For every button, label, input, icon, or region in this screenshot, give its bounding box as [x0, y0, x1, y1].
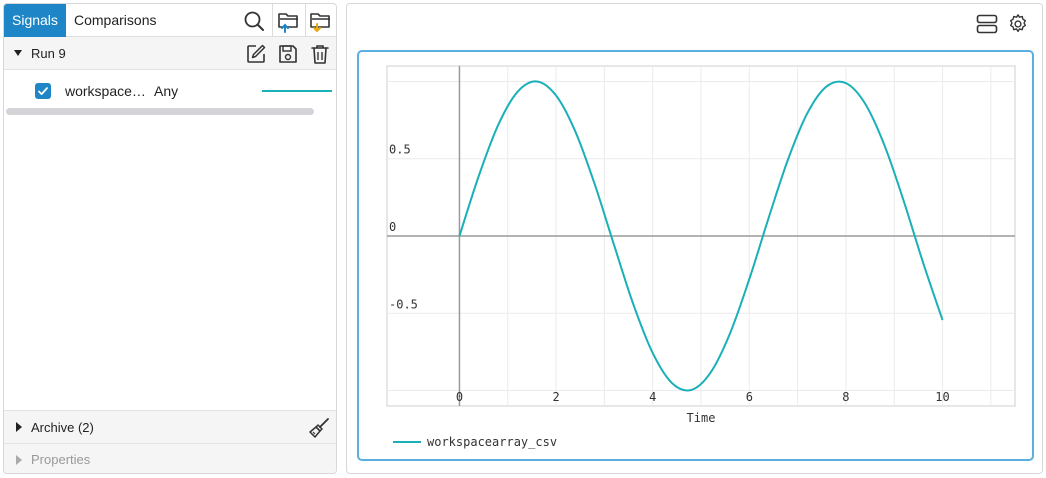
panel-tabbar: Signals Comparisons — [4, 4, 336, 37]
checkmark-icon — [38, 87, 48, 95]
legend-label: workspacearray_csv — [427, 435, 557, 449]
x-tick-label: 10 — [935, 390, 949, 404]
caret-down-icon[interactable] — [14, 50, 22, 56]
layout-icon — [976, 14, 998, 34]
plot-frame[interactable]: 0 2 4 6 8 10 -0.5 0 0.5 Time workspacearray_csv — [357, 50, 1034, 461]
x-tick-label: 0 — [456, 390, 463, 404]
horizontal-scrollbar[interactable] — [6, 108, 314, 115]
x-tick-label: 6 — [746, 390, 753, 404]
plot-panel: 0 2 4 6 8 10 -0.5 0 0.5 Time workspacearray_csv — [346, 3, 1043, 474]
import-button[interactable] — [276, 8, 302, 34]
signals-panel: Signals Comparisons Run 9 workspace… Any… — [3, 3, 337, 474]
folder-upload-icon — [278, 13, 298, 33]
archive-label: Archive (2) — [31, 420, 94, 435]
line-chart[interactable]: 0 2 4 6 8 10 -0.5 0 0.5 Time workspacearray_csv — [359, 52, 1032, 459]
trash-icon — [311, 45, 329, 64]
save-run-button[interactable] — [275, 41, 301, 67]
edit-run-button[interactable] — [243, 41, 269, 67]
caret-right-icon — [16, 455, 22, 465]
tab-comparisons[interactable]: Comparisons — [66, 4, 164, 37]
properties-row[interactable]: Properties — [4, 443, 336, 473]
search-button[interactable] — [241, 8, 267, 34]
signal-line-style[interactable] — [262, 90, 332, 92]
delete-run-button[interactable] — [307, 41, 333, 67]
y-tick-label: 0.5 — [389, 143, 411, 157]
y-tick-label: 0 — [389, 220, 396, 234]
signal-name: workspace… — [65, 83, 146, 99]
toolbar-separator — [272, 4, 273, 37]
broom-icon — [309, 418, 329, 438]
x-axis-label: Time — [687, 411, 716, 425]
archive-row[interactable]: Archive (2) — [4, 410, 336, 443]
x-tick-label: 4 — [649, 390, 656, 404]
plot-settings-button[interactable] — [1006, 12, 1030, 36]
y-tick-label: -0.5 — [389, 297, 418, 311]
signal-checkbox[interactable] — [35, 83, 51, 99]
properties-label: Properties — [31, 452, 91, 467]
save-icon — [279, 45, 297, 63]
settings-icon — [1009, 14, 1027, 33]
tab-signals[interactable]: Signals — [4, 4, 66, 37]
toolbar-separator — [305, 4, 306, 37]
signal-row[interactable]: workspace… Any — [4, 74, 336, 108]
x-tick-label: 2 — [552, 390, 559, 404]
layout-button[interactable] — [975, 12, 999, 36]
caret-right-icon — [16, 422, 22, 432]
search-icon — [244, 11, 264, 31]
x-tick-label: 8 — [842, 390, 849, 404]
run-row[interactable]: Run 9 — [4, 37, 336, 70]
folder-download-icon — [310, 13, 330, 33]
edit-icon — [247, 44, 266, 63]
signal-type: Any — [154, 83, 179, 99]
export-button[interactable] — [308, 8, 334, 34]
run-label: Run 9 — [31, 46, 66, 61]
clear-archive-button[interactable] — [306, 415, 332, 441]
